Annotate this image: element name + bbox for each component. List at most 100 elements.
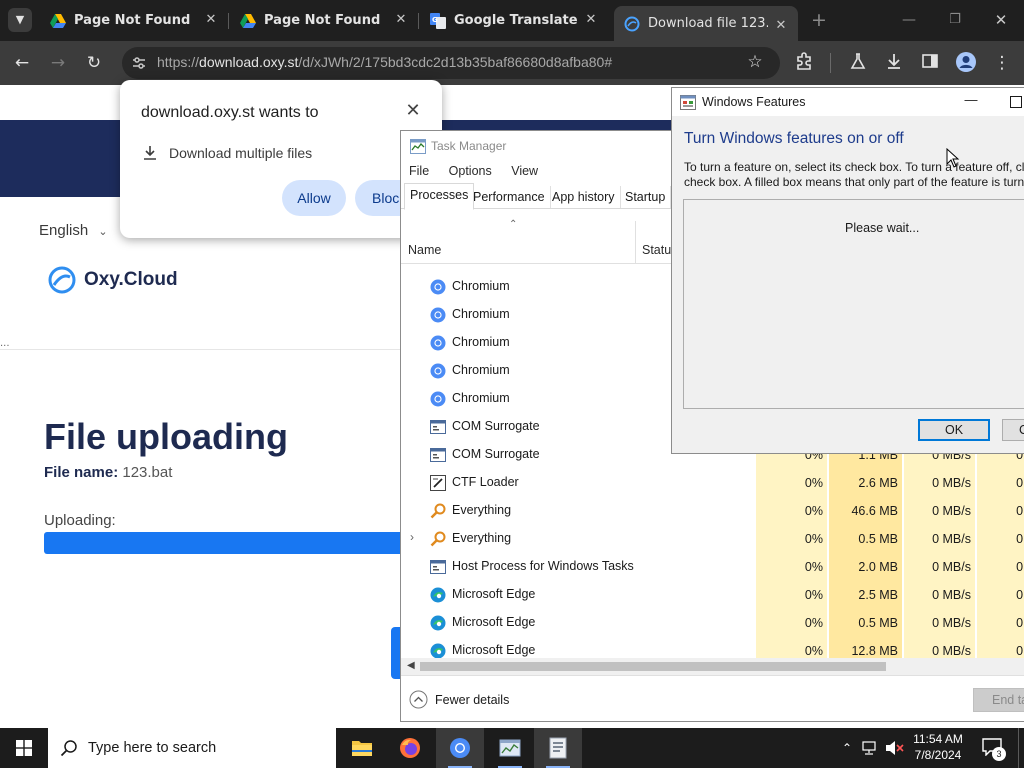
new-tab-button[interactable]: +	[808, 9, 830, 31]
tab-processes[interactable]: Processes	[404, 183, 475, 210]
windows-features-dialog: Windows Features — Turn Windows features…	[671, 87, 1024, 454]
process-row[interactable]: › Everything 0%0.5 MB0 MB/s0 M	[401, 525, 1024, 553]
maximize-button[interactable]	[1010, 96, 1022, 108]
restore-window-button[interactable]: ❐	[944, 9, 966, 31]
back-button[interactable]: ←	[10, 51, 34, 75]
show-hidden-icons-button[interactable]: ⌃	[838, 738, 856, 758]
close-icon[interactable]: ✕	[403, 101, 423, 121]
ok-button[interactable]: OK	[918, 419, 990, 441]
sort-arrow-icon[interactable]: ⌃	[509, 219, 517, 230]
close-tab-icon[interactable]: ✕	[202, 11, 220, 29]
menu-view[interactable]: View	[511, 164, 538, 178]
logo-text: Oxy.Cloud	[84, 269, 178, 290]
show-desktop-button[interactable]	[1018, 728, 1019, 768]
labs-button[interactable]	[846, 51, 870, 75]
tab-search-button[interactable]: ▼	[8, 8, 32, 32]
taskbar-task-manager[interactable]	[486, 728, 534, 768]
bookmark-star-icon[interactable]: ☆	[744, 51, 766, 73]
process-name: CTF Loader	[452, 475, 519, 489]
dialog-heading: Turn Windows features on or off	[684, 130, 904, 147]
google-translate-icon: G	[430, 12, 446, 29]
close-tab-icon[interactable]: ✕	[582, 11, 600, 29]
taskbar-file-explorer[interactable]	[338, 728, 386, 768]
process-row[interactable]: Everything 0%46.6 MB0 MB/s0 M	[401, 497, 1024, 525]
process-row[interactable]: CTF Loader 0%2.6 MB0 MB/s0 M	[401, 469, 1024, 497]
downloads-button[interactable]	[882, 51, 906, 75]
network-icon[interactable]	[862, 740, 880, 756]
browser-tab-1[interactable]: Page Not Found ✕	[40, 0, 228, 41]
reload-button[interactable]: ↻	[82, 51, 106, 75]
close-tab-icon[interactable]: ✕	[392, 11, 410, 29]
cpu-cell: 0%	[756, 553, 827, 581]
oxy-cloud-logo[interactable]: Oxy.Cloud	[48, 266, 178, 294]
taskbar-search-box[interactable]: Type here to search	[48, 728, 336, 768]
windows-logo-icon	[16, 740, 32, 756]
magnifier-icon	[430, 503, 446, 519]
column-divider	[635, 221, 636, 263]
start-button[interactable]	[0, 728, 48, 768]
oxy-cloud-icon	[624, 16, 640, 31]
extensions-button[interactable]	[792, 51, 816, 75]
taskbar-chromium[interactable]	[436, 728, 484, 768]
download-permission-prompt: download.oxy.st wants to ✕ Download mult…	[120, 80, 442, 238]
close-tab-icon[interactable]: ✕	[772, 17, 790, 35]
menu-options[interactable]: Options	[449, 164, 492, 178]
disk-cell: 0 MB/s	[904, 497, 975, 525]
site-settings-icon[interactable]	[131, 55, 147, 71]
browser-tab-3[interactable]: G Google Translate ✕	[420, 0, 608, 41]
side-panel-button[interactable]	[918, 51, 942, 75]
file-name-label: File name:	[44, 464, 119, 481]
cpu-cell: 0%	[756, 581, 827, 609]
taskbar-firefox[interactable]	[386, 728, 434, 768]
process-row[interactable]: Microsoft Edge 0%12.8 MB0 MB/s0 M	[401, 637, 1024, 658]
process-row[interactable]: Host Process for Windows Tasks 0% 2.0 MB 0 …	[401, 553, 1024, 581]
profile-button[interactable]	[954, 51, 978, 75]
scrollbar-thumb[interactable]	[420, 662, 886, 671]
minimize-window-button[interactable]: —	[898, 9, 920, 31]
process-row[interactable]: Microsoft Edge 0%2.5 MB0 MB/s0 M	[401, 581, 1024, 609]
tab-title: Google Translate	[454, 13, 578, 28]
toolbar-divider	[830, 53, 831, 73]
fewer-details-button[interactable]: Fewer details	[409, 690, 509, 709]
memory-cell: 12.8 MB	[829, 637, 902, 658]
language-selector[interactable]: English ⌄	[39, 222, 108, 239]
tab-startup[interactable]: Startup	[620, 186, 672, 208]
network-cell: 0 M	[977, 497, 1024, 525]
browser-tab-4-active[interactable]: Download file 123.bat ✕	[614, 6, 798, 41]
taskbar-windows-features[interactable]	[534, 728, 582, 768]
horizontal-scrollbar[interactable]: ◀	[401, 658, 1024, 675]
expand-chevron-icon[interactable]: ›	[410, 530, 414, 544]
forward-button[interactable]: →	[46, 51, 70, 75]
process-row[interactable]: Microsoft Edge 0%0.5 MB0 MB/s0 M	[401, 609, 1024, 637]
windows-features-icon	[680, 95, 696, 110]
cancel-button[interactable]: C	[1002, 419, 1024, 441]
svg-text:G: G	[432, 16, 438, 24]
notification-center-button[interactable]: 3	[982, 738, 1006, 761]
column-header-name[interactable]: Name	[408, 243, 441, 257]
system-clock[interactable]: 11:54 AM 7/8/2024	[900, 731, 976, 763]
description-line-1: To turn a feature on, select its check b…	[684, 160, 1024, 174]
minimize-button[interactable]: —	[962, 92, 980, 110]
menu-file[interactable]: File	[409, 164, 429, 178]
end-task-button[interactable]: End ta	[973, 688, 1024, 712]
side-panel-icon	[922, 54, 938, 68]
chrome-menu-button[interactable]: ⋮	[990, 51, 1014, 75]
mouse-pointer-icon	[946, 148, 960, 168]
tab-app-history[interactable]: App history	[547, 186, 621, 208]
clock-date: 7/8/2024	[914, 748, 962, 762]
scroll-left-icon[interactable]: ◀	[407, 660, 415, 671]
disk-cell: 0 MB/s	[904, 609, 975, 637]
process-name: Chromium	[452, 363, 510, 377]
browser-tab-2[interactable]: Page Not Found ✕	[230, 0, 418, 41]
more-vert-icon: ⋮	[993, 53, 1011, 73]
close-window-button[interactable]: ✕	[990, 9, 1012, 31]
cpu-cell: 0%	[756, 497, 827, 525]
cpu-cell: 0%	[756, 525, 827, 553]
window-app-icon	[430, 419, 446, 435]
tab-performance[interactable]: Performance	[468, 186, 551, 208]
allow-button[interactable]: Allow	[282, 180, 346, 216]
tab-separator	[228, 13, 229, 29]
address-bar[interactable]: https://download.oxy.st/d/xJWh/2/175bd3c…	[122, 47, 780, 79]
dialog-description: To turn a feature on, select its check b…	[684, 160, 1024, 190]
network-cell: 0 M	[977, 609, 1024, 637]
